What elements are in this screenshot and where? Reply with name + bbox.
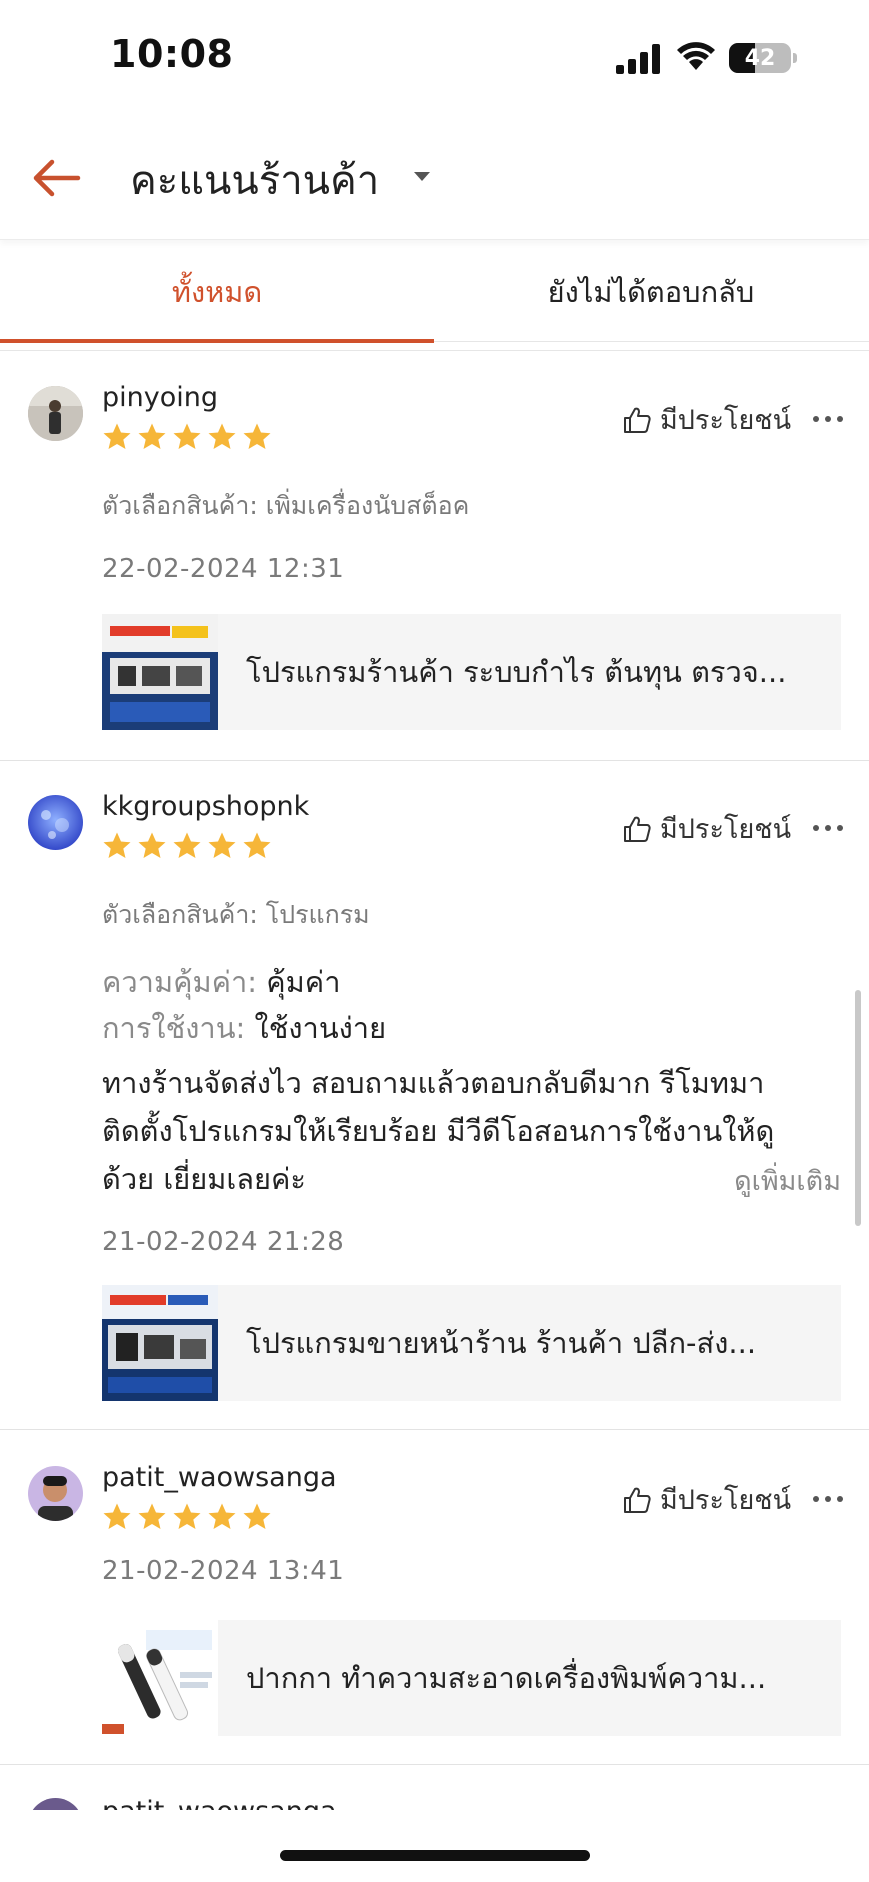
product-name: โปรแกรมร้านค้า ระบบกำไร ต้นทุน ตรวจ... [246, 655, 787, 689]
star-icon [173, 832, 201, 858]
review-text: ทางร้านจัดส่งไว สอบถามแล้วตอบกลับดีมาก ร… [102, 1059, 842, 1203]
star-icon [103, 423, 131, 449]
star-icon [243, 1503, 271, 1529]
product-variation: ตัวเลือกสินค้า: เพิ่มเครื่องนับสต็อค [102, 491, 470, 520]
star-icon [103, 1503, 131, 1529]
battery-nub [793, 53, 797, 63]
review-date: 21-02-2024 13:41 [102, 1556, 345, 1586]
review-attribute: ความคุ้มค่า: คุ้มค่า [102, 959, 340, 1005]
star-icon [243, 423, 271, 449]
review-item: pinyoing มีประโยชน์ ตัวเลือกสินค้า: เพิ่… [0, 352, 869, 760]
attribute-value: ใช้งานง่าย [254, 1011, 387, 1045]
helpful-label: มีประโยชน์ [660, 1485, 792, 1516]
active-tab-indicator [0, 339, 434, 343]
star-icon [103, 832, 131, 858]
tab-unreplied[interactable]: ยังไม่ได้ตอบกลับ [434, 242, 868, 342]
wifi-icon [677, 42, 715, 70]
attribute-value: คุ้มค่า [266, 965, 341, 999]
review-date: 21-02-2024 21:28 [102, 1227, 345, 1257]
see-more-link[interactable]: ดูเพิ่มเติม [734, 1159, 841, 1202]
thumbs-up-icon [624, 816, 651, 842]
more-options-icon[interactable] [812, 823, 844, 833]
review-attribute: การใช้งาน: ใช้งานง่าย [102, 1005, 386, 1051]
star-icon [138, 423, 166, 449]
attribute-key: การใช้งาน: [102, 1011, 246, 1045]
tab-bar: ทั้งหมด ยังไม่ได้ตอบกลับ [0, 242, 869, 343]
star-icon [243, 832, 271, 858]
status-bar: 10:08 42 [0, 0, 869, 110]
reviewer-username: patit_waowsanga [102, 1462, 337, 1493]
star-icon [173, 423, 201, 449]
product-thumbnail [102, 1620, 218, 1736]
product-name: ปากกา ทำความสะอาดเครื่องพิมพ์ความ... [246, 1661, 767, 1695]
battery-icon: 42 [729, 43, 791, 73]
helpful-button[interactable]: มีประโยชน์ [622, 398, 791, 441]
review-item: patit_waowsanga มีประโยชน์ 21-02-2024 13… [0, 1430, 869, 1764]
star-icon [208, 1503, 236, 1529]
scrollbar[interactable] [855, 990, 861, 1226]
star-icon [208, 832, 236, 858]
back-arrow-icon[interactable] [28, 150, 84, 206]
battery-level: 42 [744, 45, 776, 71]
home-indicator[interactable] [280, 1850, 590, 1861]
reviewer-username: kkgroupshopnk [102, 791, 310, 822]
divider [0, 350, 869, 351]
product-name: โปรแกรมขายหน้าร้าน ร้านค้า ปลีก-ส่ง... [246, 1326, 757, 1360]
avatar[interactable] [28, 1466, 83, 1521]
more-options-icon[interactable] [812, 414, 844, 424]
avatar[interactable] [28, 386, 83, 441]
signal-icon [616, 44, 662, 74]
rating-stars [102, 1502, 272, 1532]
rating-stars [102, 831, 272, 861]
divider [0, 1764, 869, 1765]
star-icon [138, 1503, 166, 1529]
attribute-key: ความคุ้มค่า: [102, 965, 258, 999]
page-title[interactable]: คะแนนร้านค้า [130, 148, 379, 212]
review-item: kkgroupshopnk มีประโยชน์ ตัวเลือกสินค้า:… [0, 761, 869, 1429]
review-text-line: ทางร้านจัดส่งไว สอบถามแล้วตอบกลับดีมาก ร… [102, 1066, 765, 1100]
product-card[interactable]: โปรแกรมขายหน้าร้าน ร้านค้า ปลีก-ส่ง... [102, 1285, 841, 1401]
review-text-line: ติดตั้งโปรแกรมให้เรียบร้อย มีวีดีโอสอนกา… [102, 1114, 775, 1148]
review-item-partial: patit_waowsanga [0, 1790, 869, 1810]
review-date: 22-02-2024 12:31 [102, 554, 345, 584]
product-card[interactable]: ปากกา ทำความสะอาดเครื่องพิมพ์ความ... [102, 1620, 841, 1736]
thumbs-up-icon [624, 407, 651, 433]
review-text-line: ด้วย เยี่ยมเลยค่ะ [102, 1162, 306, 1196]
star-icon [138, 832, 166, 858]
avatar[interactable] [28, 1798, 83, 1810]
star-icon [173, 1503, 201, 1529]
product-variation: ตัวเลือกสินค้า: โปรแกรม [102, 900, 370, 929]
status-time: 10:08 [110, 32, 234, 76]
product-card[interactable]: โปรแกรมร้านค้า ระบบกำไร ต้นทุน ตรวจ... [102, 614, 841, 730]
helpful-button[interactable]: มีประโยชน์ [622, 1478, 791, 1521]
avatar[interactable] [28, 795, 83, 850]
app-header: คะแนนร้านค้า [0, 110, 869, 240]
dropdown-caret-icon[interactable] [414, 172, 430, 181]
helpful-button[interactable]: มีประโยชน์ [622, 807, 791, 850]
thumbs-up-icon [624, 1487, 651, 1513]
helpful-label: มีประโยชน์ [660, 814, 792, 845]
product-thumbnail [102, 1285, 218, 1401]
star-icon [208, 423, 236, 449]
tab-all[interactable]: ทั้งหมด [0, 242, 434, 342]
helpful-label: มีประโยชน์ [660, 405, 792, 436]
reviewer-username: pinyoing [102, 382, 219, 413]
product-thumbnail [102, 614, 218, 730]
rating-stars [102, 422, 272, 452]
more-options-icon[interactable] [812, 1494, 844, 1504]
reviewer-username: patit_waowsanga [102, 1796, 337, 1810]
